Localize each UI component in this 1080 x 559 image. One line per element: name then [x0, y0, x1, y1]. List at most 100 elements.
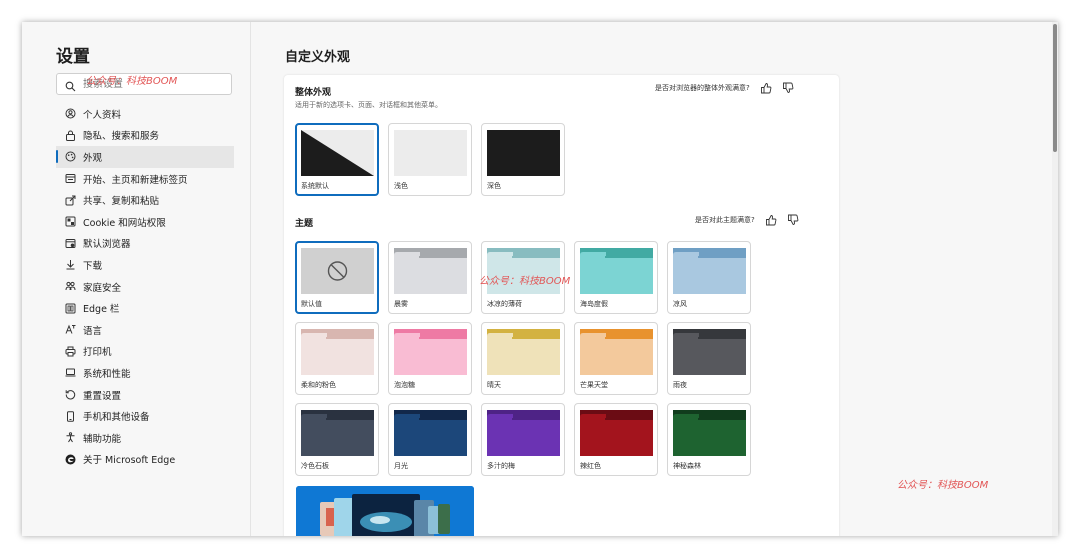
theme-label: 神秘森林: [673, 462, 701, 470]
theme-tile[interactable]: 默认值: [295, 241, 379, 314]
no-theme-icon: [301, 248, 374, 294]
appearance-option-label: 系统默认: [301, 182, 329, 190]
theme-swatch: [487, 329, 560, 375]
sidebar-title: 设置: [56, 47, 90, 67]
theme-preview: [487, 410, 560, 456]
thumbs-down-icon[interactable]: [782, 82, 794, 94]
theme-tile[interactable]: 神秘森林: [667, 403, 751, 476]
theme-tile[interactable]: 雨夜: [667, 322, 751, 395]
dark-preview: [487, 130, 560, 176]
appearance-option-light[interactable]: 浅色: [388, 123, 472, 196]
theme-tile[interactable]: 冷色石板: [295, 403, 379, 476]
sidebar-item-default-browser[interactable]: 默认浏览器: [56, 233, 234, 255]
settings-window: 设置 公众号：科技BOOM 个人资料 隐私、搜索和服务 外观 开始: [22, 22, 1058, 536]
theme-preview: [580, 248, 653, 294]
default-theme-preview: [301, 248, 374, 294]
sidebar-item-label: 系统和性能: [83, 368, 131, 380]
theme-preview: [394, 410, 467, 456]
sidebar-item-label: 辅助功能: [83, 433, 122, 445]
theme-label: 冰凉的薄荷: [487, 300, 522, 308]
theme-swatch: [394, 410, 467, 456]
sidebar-item-label: Edge 栏: [83, 304, 120, 316]
theme-tile[interactable]: 多汁的梅: [481, 403, 565, 476]
theme-preview: [580, 410, 653, 456]
theme-tile[interactable]: 晨雾: [388, 241, 472, 314]
cookie-icon: [64, 216, 76, 228]
profile-icon: [64, 108, 76, 120]
sidebar-item-system[interactable]: 系统和性能: [56, 362, 234, 384]
system-default-preview: [301, 130, 374, 176]
theme-label: 泡泡糖: [394, 381, 415, 389]
appearance-option-dark[interactable]: 深色: [481, 123, 565, 196]
theme-tile[interactable]: 海岛度假: [574, 241, 658, 314]
sidebar-item-about[interactable]: 关于 Microsoft Edge: [56, 449, 234, 471]
sidebar-item-label: 语言: [83, 325, 103, 337]
theme-preview: [673, 248, 746, 294]
theme-tile[interactable]: 芒果天堂: [574, 322, 658, 395]
theme-swatch: [487, 410, 560, 456]
thumbs-up-icon[interactable]: [760, 82, 772, 94]
reset-icon: [64, 389, 76, 401]
edge-logo-icon: [64, 453, 76, 465]
theme-swatch: [394, 248, 467, 294]
theme-swatch: [301, 410, 374, 456]
lock-icon: [64, 129, 76, 141]
sidebar: 设置 公众号：科技BOOM 个人资料 隐私、搜索和服务 外观 开始: [22, 22, 251, 536]
theme-label: 柔和的粉色: [301, 381, 336, 389]
theme-tile[interactable]: 月光: [388, 403, 472, 476]
theme-swatch: [487, 248, 560, 294]
printer-icon: [64, 345, 76, 357]
overall-section-subtitle: 适用于新的选项卡、页面、对话框和其他菜单。: [295, 101, 442, 109]
sidebar-item-label: 手机和其他设备: [83, 412, 150, 424]
family-icon: [64, 281, 76, 293]
theme-label: 辣红色: [580, 462, 601, 470]
scrollbar-thumb[interactable]: [1053, 24, 1057, 152]
discover-themes-banner[interactable]: [296, 486, 474, 536]
thumbs-down-icon[interactable]: [787, 214, 799, 226]
sidebar-item-family[interactable]: 家庭安全: [56, 276, 234, 298]
sidebar-item-downloads[interactable]: 下载: [56, 254, 234, 276]
sidebar-item-profile[interactable]: 个人资料: [56, 103, 234, 125]
sidebar-item-appearance[interactable]: 外观: [56, 146, 234, 168]
sidebar-item-edge-bar[interactable]: Edge 栏: [56, 297, 234, 319]
theme-swatch: [580, 248, 653, 294]
thumbs-up-icon[interactable]: [765, 214, 777, 226]
home-tab-icon: [64, 173, 76, 185]
search-icon: [65, 77, 76, 96]
sidebar-item-share[interactable]: 共享、复制和粘贴: [56, 189, 234, 211]
theme-tile[interactable]: 辣红色: [574, 403, 658, 476]
theme-collage-image: [296, 486, 474, 536]
light-preview: [394, 130, 467, 176]
sidebar-item-start-home[interactable]: 开始、主页和新建标签页: [56, 168, 234, 190]
system-icon: [64, 367, 76, 379]
appearance-option-system[interactable]: 系统默认: [295, 123, 379, 196]
appearance-option-label: 浅色: [394, 182, 408, 190]
theme-tile[interactable]: 泡泡糖: [388, 322, 472, 395]
sidebar-item-reset[interactable]: 重置设置: [56, 384, 234, 406]
main-content: 自定义外观 整体外观 适用于新的选项卡、页面、对话框和其他菜单。 是否对浏览器的…: [251, 22, 1041, 536]
sidebar-item-printer[interactable]: 打印机: [56, 341, 234, 363]
sidebar-item-label: Cookie 和网站权限: [83, 217, 166, 229]
appearance-option-label: 深色: [487, 182, 501, 190]
sidebar-item-label: 关于 Microsoft Edge: [83, 455, 176, 467]
sidebar-item-language[interactable]: 语言: [56, 319, 234, 341]
theme-label: 芒果天堂: [580, 381, 608, 389]
page-title: 自定义外观: [285, 50, 351, 65]
theme-tile[interactable]: 凉风: [667, 241, 751, 314]
theme-label: 凉风: [673, 300, 687, 308]
theme-tile[interactable]: 晴天: [481, 322, 565, 395]
sidebar-item-label: 默认浏览器: [83, 239, 131, 251]
vertical-scrollbar[interactable]: [1052, 22, 1058, 536]
theme-label: 海岛度假: [580, 300, 608, 308]
theme-preview: [673, 410, 746, 456]
theme-preview: [394, 248, 467, 294]
sidebar-item-cookies[interactable]: Cookie 和网站权限: [56, 211, 234, 233]
overall-section-title: 整体外观: [295, 88, 332, 98]
sidebar-item-accessibility[interactable]: 辅助功能: [56, 427, 234, 449]
sidebar-item-phone[interactable]: 手机和其他设备: [56, 405, 234, 427]
theme-feedback: 是否对此主题满意?: [695, 214, 799, 226]
theme-label: 默认值: [301, 300, 322, 308]
sidebar-item-privacy[interactable]: 隐私、搜索和服务: [56, 125, 234, 147]
theme-label: 雨夜: [673, 381, 687, 389]
theme-tile[interactable]: 柔和的粉色: [295, 322, 379, 395]
